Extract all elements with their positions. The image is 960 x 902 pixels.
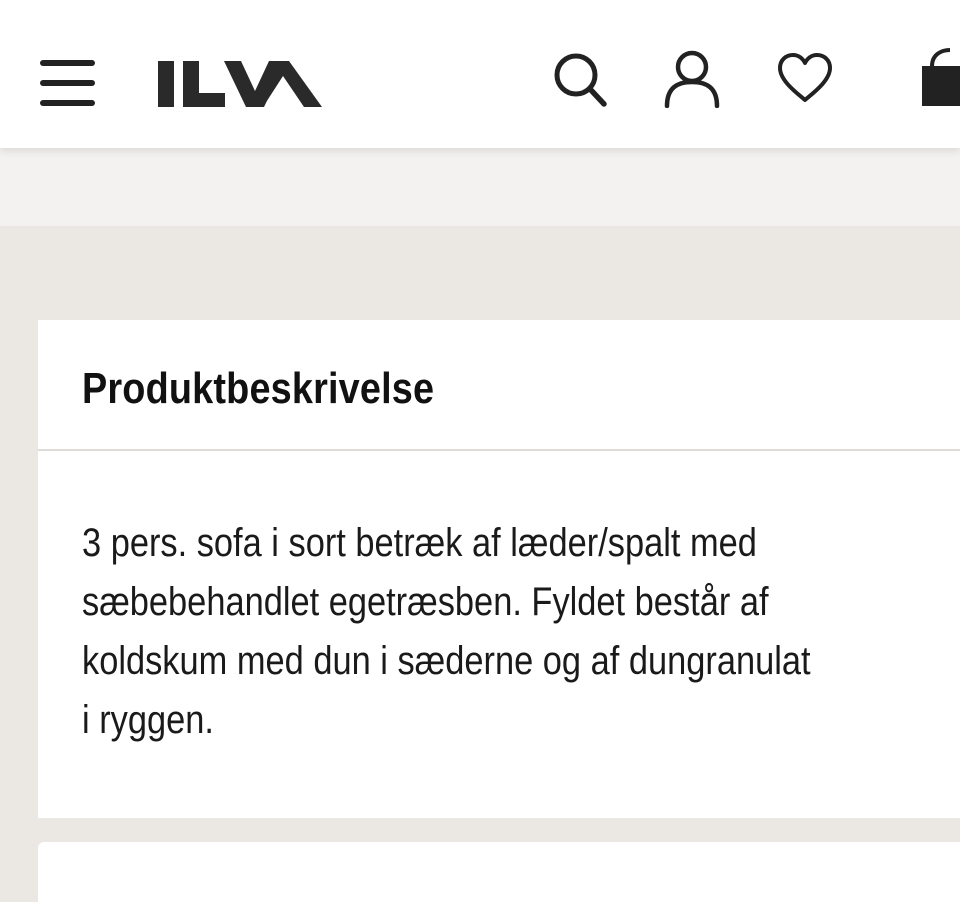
next-section-card[interactable] bbox=[38, 842, 960, 902]
subheader-strip bbox=[0, 148, 960, 226]
product-description-text: 3 pers. sofa i sort betræk af læder/spal… bbox=[82, 514, 951, 750]
ilva-logo bbox=[158, 61, 322, 107]
description-line: i ryggen. bbox=[82, 698, 214, 742]
search-button[interactable] bbox=[552, 52, 608, 113]
menu-icon bbox=[40, 60, 95, 106]
user-icon bbox=[664, 50, 720, 109]
description-line: 3 pers. sofa i sort betræk af læder/spal… bbox=[82, 521, 757, 565]
menu-button[interactable] bbox=[40, 58, 96, 108]
description-line: sæbebehandlet egetræsben. Fyldet består … bbox=[82, 580, 769, 624]
divider bbox=[38, 449, 960, 451]
cart-button[interactable] bbox=[918, 48, 960, 113]
wishlist-button[interactable] bbox=[776, 52, 834, 109]
brand-logo[interactable] bbox=[158, 61, 322, 112]
shopping-bag-icon bbox=[922, 48, 960, 106]
description-line: koldskum med dun i sæderne og af dungran… bbox=[82, 639, 811, 683]
search-icon bbox=[554, 53, 607, 107]
product-description-card: Produktbeskrivelse 3 pers. sofa i sort b… bbox=[38, 320, 960, 818]
site-header bbox=[0, 0, 960, 148]
heart-icon bbox=[778, 53, 832, 102]
product-description-title: Produktbeskrivelse bbox=[82, 364, 435, 413]
account-button[interactable] bbox=[663, 50, 721, 113]
